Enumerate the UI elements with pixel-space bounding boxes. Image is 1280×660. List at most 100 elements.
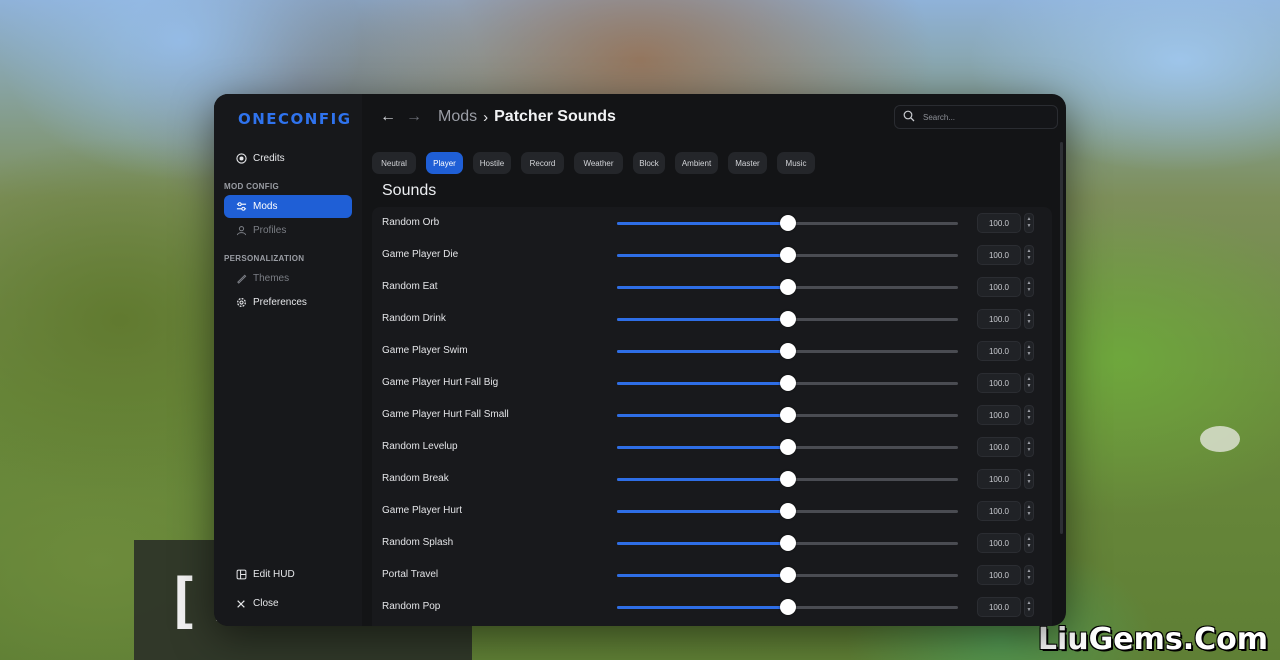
slider-thumb[interactable] [779,599,796,615]
slider-thumb[interactable] [779,407,796,423]
sound-row: Game Player Hurt Fall Big 100.0 ▲ ▼ [372,367,1052,399]
volume-slider[interactable] [617,599,958,615]
sound-row: Game Player Die 100.0 ▲ ▼ [372,239,1052,271]
slider-fill [617,446,788,449]
slider-fill [617,254,788,257]
volume-slider[interactable] [617,439,958,455]
sidebar-item-preferences[interactable]: Preferences [224,291,352,314]
tab-music[interactable]: Music [777,152,815,174]
close-icon [235,598,247,610]
stepper-arrows-icon[interactable]: ▲ ▼ [1024,565,1034,585]
volume-value-input[interactable]: 100.0 [977,437,1021,457]
slider-thumb[interactable] [779,535,796,551]
slider-fill [617,606,788,609]
slider-thumb[interactable] [779,247,796,263]
forward-arrow-icon[interactable]: → [406,108,422,126]
volume-value-input[interactable]: 100.0 [977,277,1021,297]
slider-thumb[interactable] [779,215,796,231]
volume-slider[interactable] [617,215,958,231]
volume-slider[interactable] [617,567,958,583]
sidebar-item-edit-hud[interactable]: Edit HUD [224,563,352,586]
stepper-arrows-icon[interactable]: ▲ ▼ [1024,597,1034,617]
volume-slider[interactable] [617,311,958,327]
tab-hostile[interactable]: Hostile [473,152,511,174]
slider-thumb[interactable] [779,343,796,359]
sidebar-item-themes[interactable]: Themes [224,267,352,290]
scrollbar[interactable] [1060,142,1063,534]
sidebar-item-mods[interactable]: Mods [224,195,352,218]
search-icon [903,110,915,124]
tab-master[interactable]: Master [728,152,767,174]
slider-fill [617,478,788,481]
tab-ambient[interactable]: Ambient [675,152,718,174]
volume-value-input[interactable]: 100.0 [977,469,1021,489]
volume-value-input[interactable]: 100.0 [977,501,1021,521]
breadcrumb-mods[interactable]: Mods [438,108,477,126]
volume-slider[interactable] [617,279,958,295]
sound-row: Random Splash 100.0 ▲ ▼ [372,527,1052,559]
sound-label: Random Drink [382,313,446,324]
watermark: LiuGems.Com [1037,622,1268,657]
stepper-arrows-icon[interactable]: ▲ ▼ [1024,213,1034,233]
volume-value-input[interactable]: 100.0 [977,213,1021,233]
slider-thumb[interactable] [779,439,796,455]
tab-player[interactable]: Player [426,152,463,174]
slider-thumb[interactable] [779,567,796,583]
volume-value-input[interactable]: 100.0 [977,373,1021,393]
stepper-arrows-icon[interactable]: ▲ ▼ [1024,469,1034,489]
stepper-arrows-icon[interactable]: ▲ ▼ [1024,277,1034,297]
volume-value-input[interactable]: 100.0 [977,309,1021,329]
sound-row: Random Drink 100.0 ▲ ▼ [372,303,1052,335]
sound-label: Game Player Die [382,249,459,260]
sound-label: Random Levelup [382,441,458,452]
sidebar-item-label: Close [253,598,279,609]
sound-row: Game Player Hurt Fall Small 100.0 ▲ ▼ [372,399,1052,431]
volume-value-input[interactable]: 100.0 [977,405,1021,425]
sidebar-item-credits[interactable]: Credits [224,147,352,170]
volume-value-input[interactable]: 100.0 [977,245,1021,265]
sliders-icon [235,201,247,213]
search-input[interactable]: Search... [894,105,1058,129]
tab-record[interactable]: Record [521,152,564,174]
stepper-arrows-icon[interactable]: ▲ ▼ [1024,437,1034,457]
volume-slider[interactable] [617,407,958,423]
section-personalization: PERSONALIZATION [224,254,305,263]
sound-label: Random Splash [382,537,454,548]
stepper-arrows-icon[interactable]: ▲ ▼ [1024,373,1034,393]
tab-block[interactable]: Block [633,152,665,174]
section-mod-config: MOD CONFIG [224,182,279,191]
sound-label: Portal Travel [382,569,439,580]
slider-thumb[interactable] [779,375,796,391]
stepper-arrows-icon[interactable]: ▲ ▼ [1024,245,1034,265]
volume-value-input[interactable]: 100.0 [977,341,1021,361]
sound-label: Random Pop [382,601,441,612]
slider-thumb[interactable] [779,503,796,519]
stepper-arrows-icon[interactable]: ▲ ▼ [1024,501,1034,521]
stepper-arrows-icon[interactable]: ▲ ▼ [1024,405,1034,425]
stepper-arrows-icon[interactable]: ▲ ▼ [1024,309,1034,329]
sound-row: Random Eat 100.0 ▲ ▼ [372,271,1052,303]
volume-slider[interactable] [617,535,958,551]
sound-row: Random Break 100.0 ▲ ▼ [372,463,1052,495]
volume-slider[interactable] [617,247,958,263]
stepper-arrows-icon[interactable]: ▲ ▼ [1024,533,1034,553]
volume-slider[interactable] [617,471,958,487]
sidebar-item-profiles[interactable]: Profiles [224,219,352,242]
slider-thumb[interactable] [779,471,796,487]
slider-thumb[interactable] [779,311,796,327]
volume-slider[interactable] [617,343,958,359]
tab-weather[interactable]: Weather [574,152,623,174]
slider-thumb[interactable] [779,279,796,295]
sounds-panel: Random Orb 100.0 ▲ ▼ Game Player Die 100.0 ▲ ▼ R… [372,207,1052,626]
volume-value-input[interactable]: 100.0 [977,597,1021,617]
volume-slider[interactable] [617,503,958,519]
sidebar-item-close[interactable]: Close [224,592,352,615]
credits-icon [235,153,247,165]
volume-value-input[interactable]: 100.0 [977,565,1021,585]
stepper-arrows-icon[interactable]: ▲ ▼ [1024,341,1034,361]
tab-neutral[interactable]: Neutral [372,152,416,174]
volume-slider[interactable] [617,375,958,391]
back-arrow-icon[interactable]: ← [380,108,396,126]
volume-value-input[interactable]: 100.0 [977,533,1021,553]
slider-fill [617,382,788,385]
